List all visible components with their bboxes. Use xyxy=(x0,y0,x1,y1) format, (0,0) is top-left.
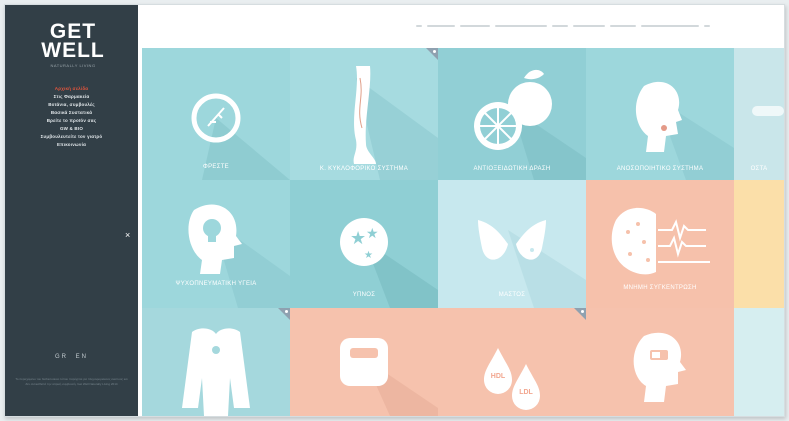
tile-antioxidant[interactable]: ΑΝΤΙΟΞΕΙΔΩΤΙΚΗ ΔΡΑΣΗ xyxy=(438,48,586,180)
top-nav-link[interactable] xyxy=(573,25,605,27)
menu-item-find-product[interactable]: Βρείτε το προϊόν σας xyxy=(5,117,138,125)
category-grid: ΦΡΕΣΤΕ Κ. ΚΥΚΛΟΦΟΡΙΚΟ ΣΥΣΤΗΜΑ ΑΝΤΙΟΞΕΙΔΩ… xyxy=(142,48,784,416)
leg-icon xyxy=(353,66,438,180)
menu-item-gw-bio[interactable]: GW & BIO xyxy=(5,125,138,133)
tile-label: ΨΥΧΟΠΝΕΥΜΑΤΙΚΗ ΥΓΕΙΑ xyxy=(175,281,257,287)
tile-label: Κ. ΚΥΚΛΟΦΟΡΙΚΟ ΣΥΣΤΗΜΑ xyxy=(319,166,409,172)
torso-icon xyxy=(182,328,250,416)
language-gr[interactable]: GR xyxy=(55,354,68,360)
tile-energy[interactable] xyxy=(586,308,734,416)
tile-yellow[interactable] xyxy=(734,180,784,308)
top-navigation xyxy=(138,5,784,47)
logo-tagline: NATURALLY LIVING xyxy=(50,63,96,68)
tile-label: ΟΣΤΑ xyxy=(750,166,768,172)
tile-label: ΦΡΕΣΤΕ xyxy=(203,164,229,170)
breast-icon xyxy=(478,220,586,308)
tile-memory[interactable]: ΜΝΗΜΗ ΣΥΓΚΕΝΤΡΩΣΗ xyxy=(586,180,734,308)
ldl-label: LDL xyxy=(519,389,533,396)
hdl-label: HDL xyxy=(490,373,506,380)
tile-weight[interactable] xyxy=(290,308,438,416)
bone-icon xyxy=(752,106,784,116)
logo-line-2: WELL xyxy=(41,39,105,62)
tile-mental-health[interactable]: ΨΥΧΟΠΝΕΥΜΑΤΙΚΗ ΥΓΕΙΑ xyxy=(142,180,290,308)
tile-partial[interactable] xyxy=(734,308,784,416)
top-nav-link[interactable] xyxy=(460,25,490,27)
svg-text:★: ★ xyxy=(364,250,373,261)
tile-cholesterol[interactable]: HDL LDL xyxy=(438,308,586,416)
menu-item-contact[interactable]: Επικοινωνία xyxy=(5,141,138,149)
tile-breast[interactable]: ΜΑΣΤΟΣ xyxy=(438,180,586,308)
tile-label: ΑΝΟΣΟΠΟΙΗΤΙΚΟ ΣΥΣΤΗΜΑ xyxy=(616,166,704,172)
tile-digestion[interactable]: ΦΡΕΣΤΕ xyxy=(142,48,290,180)
head-cough-icon xyxy=(635,81,734,180)
top-nav-link[interactable] xyxy=(704,25,710,27)
scale-icon xyxy=(340,338,438,416)
tile-label: ΥΠΝΟΣ xyxy=(352,292,376,298)
svg-text:★: ★ xyxy=(366,226,379,242)
tile-bones[interactable]: ΟΣΤΑ xyxy=(734,48,784,180)
tile-label: ΜΝΗΜΗ ΣΥΓΚΕΝΤΡΩΣΗ xyxy=(623,285,697,291)
hdl-ldl-icon xyxy=(484,348,540,410)
stomach-icon xyxy=(191,93,290,180)
brand-logo[interactable]: GET WELL NATURALLY LIVING xyxy=(33,21,113,68)
top-nav-link[interactable] xyxy=(610,25,636,27)
sidebar-footer-text: Το περιεχόμενο του διαδικτυακού τόπου πα… xyxy=(15,377,128,386)
close-sidebar-icon[interactable]: × xyxy=(125,230,130,240)
top-nav-link[interactable] xyxy=(416,25,422,27)
top-nav-link[interactable] xyxy=(552,25,568,27)
sleep-stars-icon: ★ ★ ★ xyxy=(340,218,438,308)
language-en[interactable]: EN xyxy=(76,354,88,360)
language-switcher: GR EN xyxy=(5,354,138,360)
top-nav-link[interactable] xyxy=(641,25,699,27)
menu-item-pharmacies[interactable]: Στις Φαρμακεία xyxy=(5,93,138,101)
top-nav-links xyxy=(416,25,710,27)
top-nav-link[interactable] xyxy=(495,25,547,27)
tile-corner-marker xyxy=(426,48,438,60)
orange-icon xyxy=(474,69,586,180)
menu-item-herbs[interactable]: Βοτάνια, συμβουλές xyxy=(5,101,138,109)
tile-corner-marker xyxy=(574,308,586,320)
sidebar-menu: Αρχική σελίδα Στις Φαρμακεία Βοτάνια, συ… xyxy=(5,85,138,149)
menu-item-ingredients[interactable]: Βασικά Συστατικά xyxy=(5,109,138,117)
sidebar: GET WELL NATURALLY LIVING Αρχική σελίδα … xyxy=(5,5,138,416)
tile-label: ΑΝΤΙΟΞΕΙΔΩΤΙΚΗ ΔΡΑΣΗ xyxy=(473,166,551,172)
tile-label: ΜΑΣΤΟΣ xyxy=(498,292,526,298)
tile-sleep[interactable]: ★ ★ ★ ΥΠΝΟΣ xyxy=(290,180,438,308)
menu-item-home[interactable]: Αρχική σελίδα xyxy=(5,85,138,93)
svg-text:★: ★ xyxy=(350,228,366,249)
menu-item-doctor[interactable]: Συμβουλευτείτε τον γιατρό xyxy=(5,133,138,141)
tile-corner-marker xyxy=(278,308,290,320)
top-nav-link[interactable] xyxy=(427,25,455,27)
tile-immune[interactable]: ΑΝΟΣΟΠΟΙΗΤΙΚΟ ΣΥΣΤΗΜΑ xyxy=(586,48,734,180)
tile-body[interactable] xyxy=(142,308,290,416)
tile-circulation[interactable]: Κ. ΚΥΚΛΟΦΟΡΙΚΟ ΣΥΣΤΗΜΑ xyxy=(290,48,438,180)
browser-frame: GET WELL NATURALLY LIVING Αρχική σελίδα … xyxy=(4,4,785,417)
head-battery-icon xyxy=(633,332,686,402)
